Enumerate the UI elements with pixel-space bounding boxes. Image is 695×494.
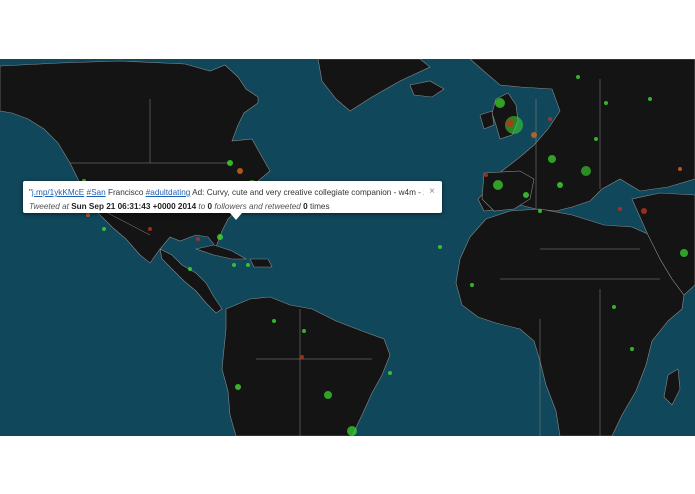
tweet-point[interactable]	[618, 207, 622, 211]
cuba-landmass	[194, 244, 248, 260]
tweet-point[interactable]	[148, 227, 152, 231]
tweet-hashtag-san[interactable]: #San	[87, 188, 106, 197]
tweet-point[interactable]	[506, 119, 514, 127]
tweet-point[interactable]	[196, 237, 200, 241]
tweet-point[interactable]	[237, 168, 243, 174]
south-america-landmass	[221, 296, 391, 436]
ireland-landmass	[479, 110, 495, 130]
tweet-point[interactable]	[548, 155, 556, 163]
tweet-point[interactable]	[523, 192, 529, 198]
tweet-point[interactable]	[484, 173, 488, 177]
tweet-hashtag-adultdating[interactable]: #adultdating	[146, 188, 191, 197]
tweet-text-francisco: Francisco	[107, 188, 144, 197]
tweet-point[interactable]	[188, 267, 192, 271]
tweet-point[interactable]	[493, 180, 503, 190]
tweet-point[interactable]	[641, 208, 647, 214]
tweet-point[interactable]	[235, 384, 241, 390]
tweet-point[interactable]	[594, 137, 598, 141]
tweet-point[interactable]	[324, 391, 332, 399]
close-icon[interactable]: ×	[429, 185, 435, 199]
to-label: to	[198, 202, 206, 211]
tweeted-at-label: Tweeted at	[29, 202, 69, 211]
tweet-point[interactable]	[102, 227, 106, 231]
tweet-text: "j.mp/1ykKMcE #San Francisco #adultdatin…	[29, 186, 424, 200]
popup-pointer	[230, 213, 242, 220]
tweet-point[interactable]	[581, 166, 591, 176]
tweet-meta: Tweeted at Sun Sep 21 06:31:43 +0000 201…	[29, 200, 424, 214]
tweet-point[interactable]	[246, 263, 250, 267]
map-canvas[interactable]	[0, 59, 695, 436]
tweet-point[interactable]	[612, 305, 616, 309]
tweet-text-body: Ad: Curvy, cute and very creative colleg…	[192, 188, 424, 197]
tweet-point[interactable]	[538, 209, 542, 213]
tweet-point[interactable]	[648, 97, 652, 101]
followers-label: followers and retweeted	[214, 202, 301, 211]
tweet-point[interactable]	[300, 355, 304, 359]
followers-count: 0	[207, 202, 213, 211]
africa-landmass	[455, 208, 685, 436]
tweet-point[interactable]	[470, 283, 474, 287]
madagascar-landmass	[663, 368, 681, 406]
world-map[interactable]: "j.mp/1ykKMcE #San Francisco #adultdatin…	[0, 59, 695, 436]
tweet-point[interactable]	[548, 117, 552, 121]
hispaniola-landmass	[249, 258, 273, 268]
retweet-count: 0	[303, 202, 308, 211]
tweet-point[interactable]	[680, 249, 688, 257]
tweet-point[interactable]	[232, 263, 236, 267]
tweet-point[interactable]	[495, 98, 505, 108]
times-label: times	[310, 202, 330, 211]
tweet-point[interactable]	[347, 426, 357, 436]
tweet-point[interactable]	[678, 167, 682, 171]
tweet-point[interactable]	[302, 329, 306, 333]
tweet-point[interactable]	[217, 234, 223, 240]
tweet-timestamp: Sun Sep 21 06:31:43 +0000 2014	[71, 202, 197, 211]
tweet-point[interactable]	[576, 75, 580, 79]
tweet-point[interactable]	[630, 347, 634, 351]
tweet-point[interactable]	[557, 182, 563, 188]
iceland-landmass	[409, 80, 445, 98]
central-america-landmass	[159, 248, 223, 314]
tweet-point[interactable]	[272, 319, 276, 323]
tweet-point[interactable]	[388, 371, 392, 375]
tweet-point[interactable]	[438, 245, 442, 249]
tweet-point[interactable]	[531, 132, 537, 138]
tweet-point[interactable]	[604, 101, 608, 105]
tweet-point[interactable]	[227, 160, 233, 166]
tweet-popup: "j.mp/1ykKMcE #San Francisco #adultdatin…	[23, 181, 442, 220]
tweet-link-short-url[interactable]: j.mp/1ykKMcE	[32, 188, 84, 197]
